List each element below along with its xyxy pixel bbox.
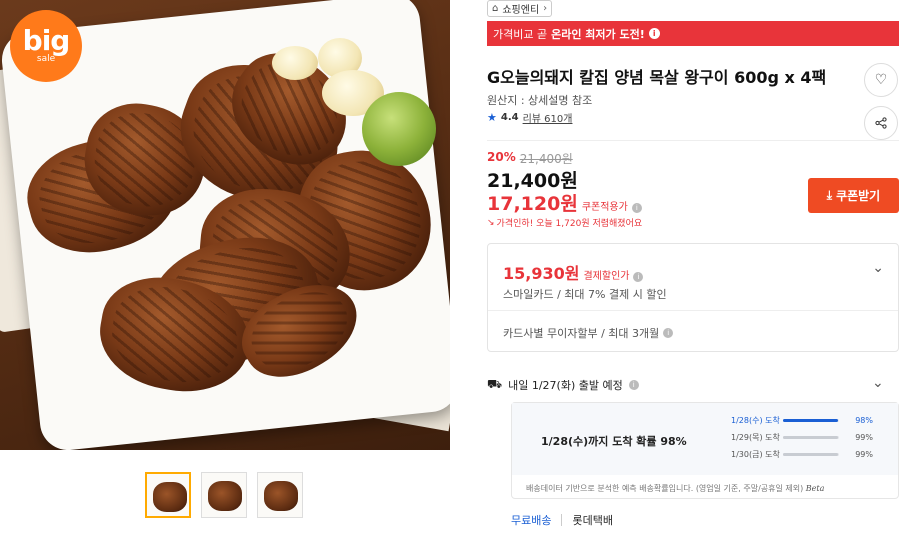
home-icon: ⌂: [492, 3, 499, 14]
garlic: [272, 46, 318, 80]
carrier-name: 롯데택배: [572, 514, 613, 527]
divider: [561, 514, 563, 526]
delivery-options: 무료배송 롯데택배: [511, 512, 613, 528]
price-compare-banner[interactable]: 가격비교 곧 온라인 최저가 도전! i: [487, 21, 899, 46]
big-sale-badge: big sale: [10, 10, 82, 82]
thumbnail-3[interactable]: [257, 472, 303, 518]
discount-row: 20% 21,400원: [487, 150, 573, 167]
chevron-right-icon: ›: [543, 3, 548, 14]
promo-highlight: 온라인 최저가 도전!: [551, 27, 645, 41]
down-arrow-icon: ↘: [487, 217, 495, 228]
shipping-departure: ⛟ 내일 1/27(화) 출발 예정 i: [487, 377, 639, 393]
rating-score: 4.4: [500, 112, 519, 123]
get-coupon-button[interactable]: ⤓ 쿠폰받기: [808, 178, 899, 213]
prediction-row: 1/28(수) 도착 98%: [731, 415, 873, 426]
installment-text: 카드사별 무이자할부 / 최대 3개월: [503, 327, 660, 340]
card-discount-box[interactable]: 15,930원 결제할인가 i ⌄ 스마일카드 / 최대 7% 결제 시 할인 …: [487, 243, 899, 352]
card-discount-label: 결제할인가: [583, 271, 630, 282]
free-shipping-label: 무료배송: [511, 514, 552, 527]
divider: [487, 140, 899, 141]
arrival-probability: 1/28(수)까지 도착 확률 98%: [541, 435, 687, 448]
probability-value: 99%: [855, 450, 873, 459]
info-icon[interactable]: i: [663, 328, 674, 338]
brussels-sprout: [362, 92, 436, 166]
product-title: G오늘의돼지 칼집 양념 목살 왕구이 600g x 4팩: [487, 68, 827, 87]
arrival-date: 1/30(금) 도착: [731, 450, 780, 459]
arrival-date: 1/28(수) 도착: [731, 416, 780, 425]
store-link[interactable]: ⌂ 쇼핑엔티 ›: [487, 0, 553, 17]
share-button[interactable]: [864, 106, 898, 140]
star-icon: ★: [487, 111, 497, 124]
arrival-date: 1/29(목) 도착: [731, 433, 780, 442]
card-discount-price: 15,930원: [503, 264, 580, 283]
store-name: 쇼핑엔티: [502, 5, 540, 16]
product-main-image: big sale: [0, 0, 450, 450]
share-icon: [875, 117, 887, 129]
badge-big-text: big: [22, 24, 71, 57]
coupon-price-label: 쿠폰적용가: [581, 202, 628, 213]
price-drop-text: 가격인하! 오늘 1,720원 저렴해졌어요: [496, 219, 643, 229]
promo-prefix: 가격비교 곧: [493, 27, 548, 41]
info-icon[interactable]: i: [633, 272, 644, 282]
divider: [488, 310, 898, 311]
thumbnail-2[interactable]: [201, 472, 247, 518]
prediction-note-text: 배송데이터 기반으로 분석한 예측 배송확률입니다. (영업일 기준, 주말/공…: [526, 484, 804, 493]
prediction-note: 배송데이터 기반으로 분석한 예측 배송확률입니다. (영업일 기준, 주말/공…: [526, 483, 824, 494]
chevron-down-icon[interactable]: ⌄: [872, 260, 884, 276]
prediction-row: 1/30(금) 도착 99%: [731, 449, 873, 460]
chevron-down-icon[interactable]: ⌄: [872, 375, 884, 391]
card-price-row: 15,930원 결제할인가 i: [503, 260, 644, 284]
beta-label: Beta: [805, 484, 825, 493]
review-count-link[interactable]: 리뷰 610개: [523, 110, 573, 125]
wishlist-button[interactable]: ♡: [864, 63, 898, 97]
departure-text: 내일 1/27(화) 출발 예정: [508, 379, 623, 392]
heart-icon: ♡: [874, 72, 888, 88]
probability-bar: [783, 419, 839, 422]
price-drop-notice: ↘ 가격인하! 오늘 1,720원 저렴해졌어요: [487, 216, 643, 230]
discount-percent: 20%: [487, 150, 516, 164]
coupon-price-row: 17,120원 쿠폰적용가 i: [487, 189, 642, 216]
coupon-price: 17,120원: [487, 193, 578, 215]
installment-row: 카드사별 무이자할부 / 최대 3개월 i: [503, 325, 674, 341]
prediction-row: 1/29(목) 도착 99%: [731, 432, 873, 443]
info-icon[interactable]: i: [628, 380, 639, 390]
probability-bar: [783, 436, 839, 439]
origin-info: 원산지 : 상세설명 참조: [487, 94, 593, 107]
truck-icon: ⛟: [487, 377, 503, 391]
coupon-button-label: 쿠폰받기: [836, 189, 881, 203]
badge-sale-text: sale: [36, 54, 56, 64]
info-icon[interactable]: i: [631, 203, 642, 213]
thumbnail-strip: [145, 472, 303, 518]
probability-bar: [783, 453, 839, 456]
download-icon: ⤓: [826, 188, 833, 202]
thumbnail-1[interactable]: [145, 472, 191, 518]
probability-value: 99%: [855, 433, 873, 442]
card-discount-detail: 스마일카드 / 최대 7% 결제 시 할인: [503, 288, 667, 301]
rating[interactable]: ★ 4.4 리뷰 610개: [487, 110, 572, 125]
original-price: 21,400원: [519, 152, 573, 166]
info-icon[interactable]: i: [648, 28, 660, 39]
probability-value: 98%: [855, 416, 873, 425]
